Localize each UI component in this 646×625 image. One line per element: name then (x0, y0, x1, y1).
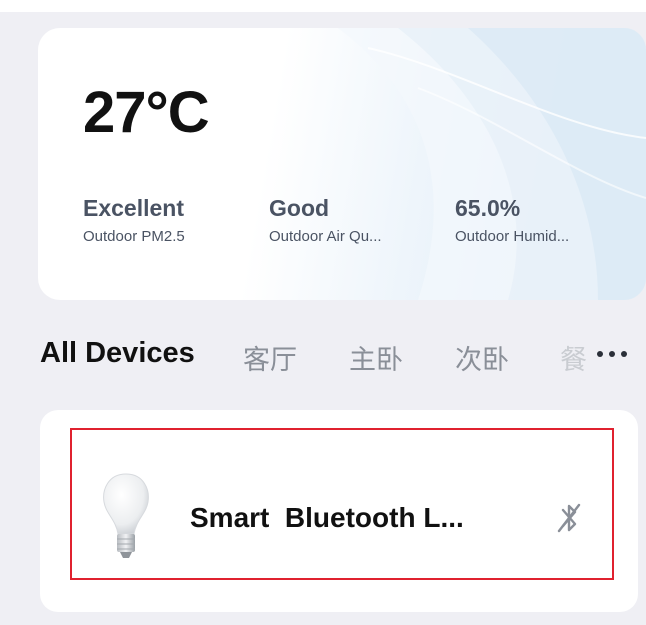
device-name: Smart Bluetooth L... (190, 502, 464, 533)
tab-living-room[interactable]: 客厅 (243, 338, 297, 377)
more-horizontal-icon (597, 351, 627, 357)
stat-pm25-label: Outdoor PM2.5 (83, 228, 185, 246)
stat-pm25: Excellent Outdoor PM2.5 (83, 195, 263, 246)
more-tabs-button[interactable] (594, 344, 634, 364)
tab-dining-room[interactable]: 餐 (560, 338, 588, 377)
stat-air-quality-value: Good (269, 195, 330, 221)
top-strip (0, 0, 646, 12)
room-tabs: All Devices 客厅 主卧 次卧 餐 (0, 330, 646, 380)
bluetooth-disconnected-icon (557, 503, 581, 533)
stat-humidity-label: Outdoor Humid... (455, 228, 570, 246)
stat-air-quality: Good Outdoor Air Qu... (269, 195, 449, 246)
device-card[interactable]: Smart Bluetooth L... (40, 410, 638, 612)
weather-card[interactable]: 27°C Excellent Outdoor PM2.5 Good Outdoo… (38, 28, 646, 300)
tab-master-bedroom[interactable]: 主卧 (349, 338, 403, 377)
stat-pm25-value: Excellent (83, 195, 184, 221)
weather-background-graphic (338, 28, 646, 300)
tab-all-devices[interactable]: All Devices (40, 337, 195, 370)
light-bulb-icon (103, 473, 149, 558)
stat-humidity-value: 65.0% (455, 195, 521, 221)
tab-second-bedroom[interactable]: 次卧 (455, 338, 509, 377)
stat-humidity: 65.0% Outdoor Humid... (455, 195, 635, 246)
temperature-value: 27°C (83, 80, 210, 145)
stat-air-quality-label: Outdoor Air Qu... (269, 228, 382, 246)
